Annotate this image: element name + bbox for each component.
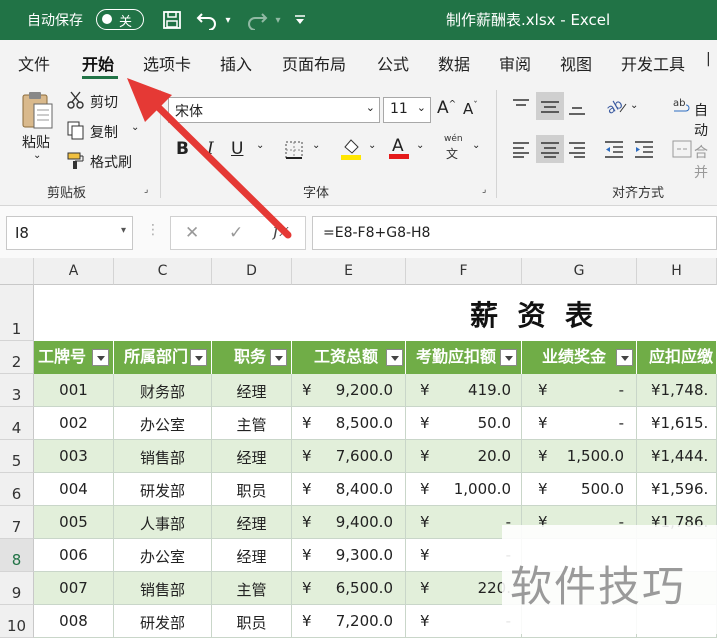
watermark: 软件技巧 xyxy=(502,525,717,634)
watermark-text: 软件技巧 xyxy=(510,562,687,611)
